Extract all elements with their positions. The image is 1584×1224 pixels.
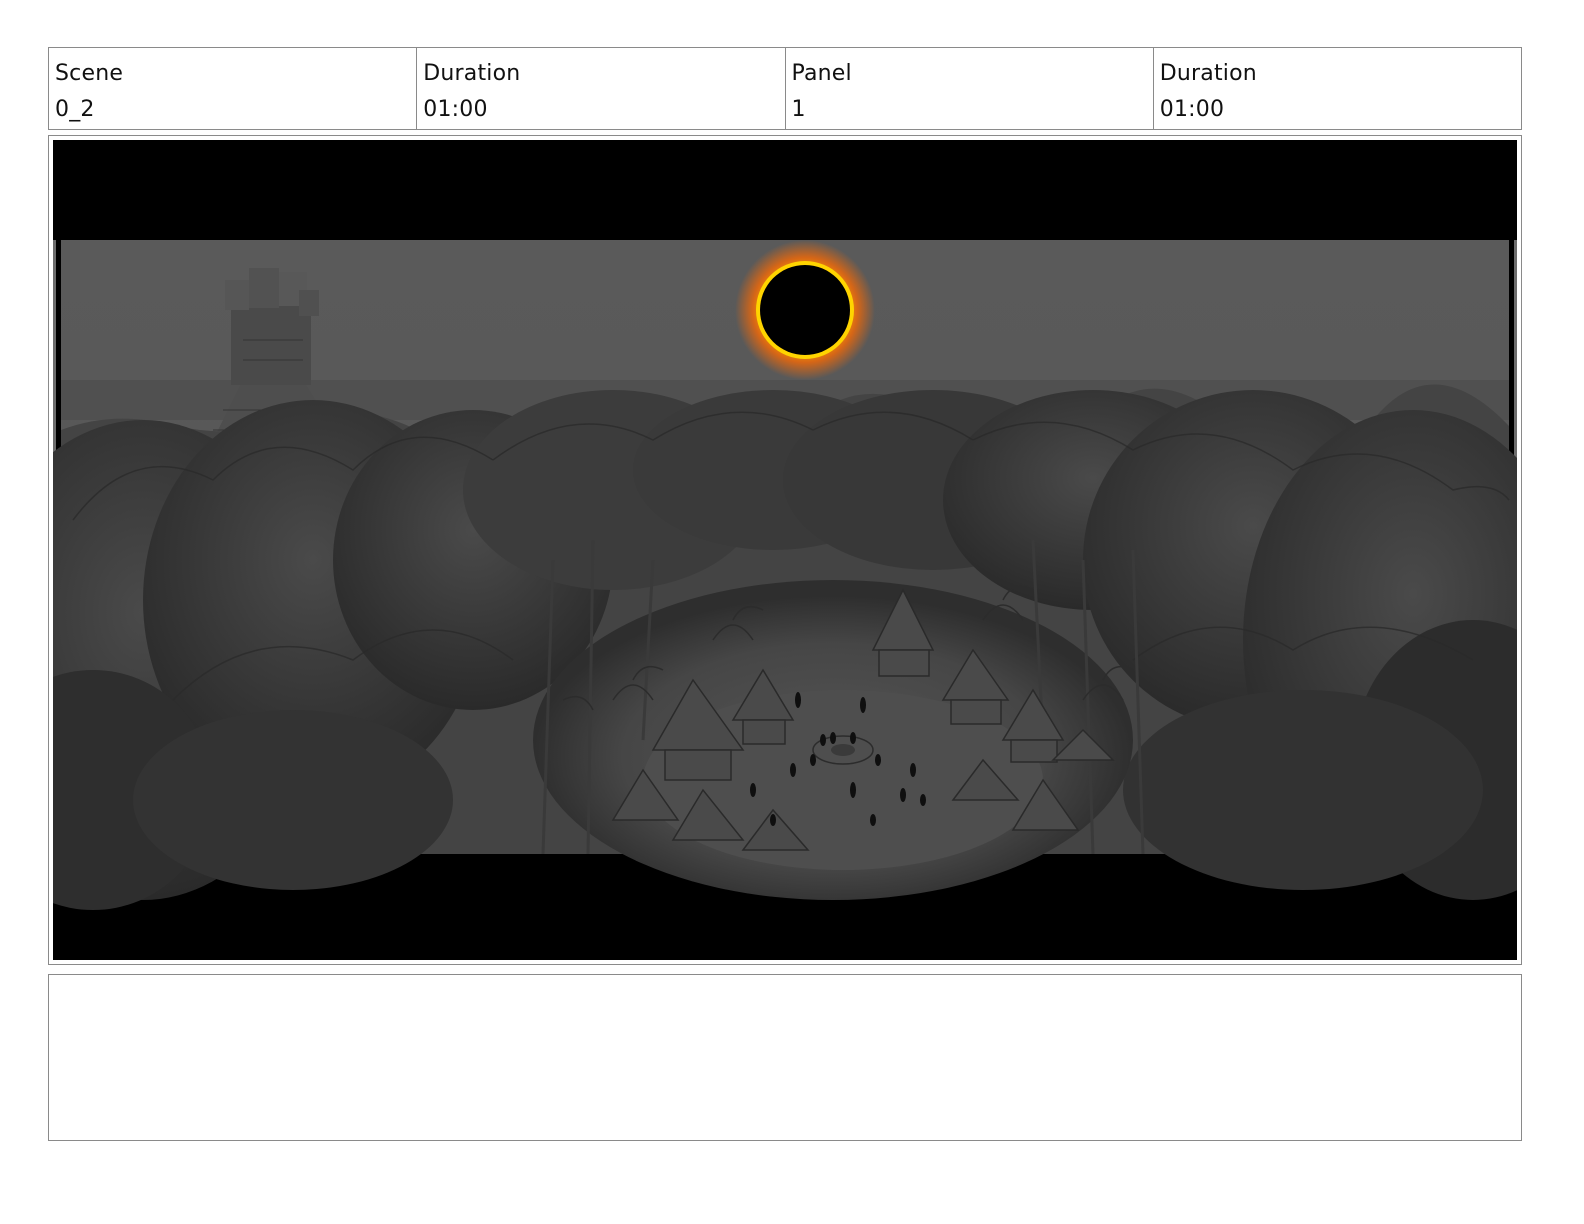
scene-label: Scene <box>55 61 124 86</box>
panel-image <box>53 140 1517 960</box>
panel-notes[interactable] <box>48 974 1522 1141</box>
eclipse <box>735 240 875 380</box>
panel-duration-label: Duration <box>1159 61 1257 86</box>
scene-cell: Scene 0_2 <box>49 48 418 129</box>
panel-value: 1 <box>791 97 806 122</box>
scene-duration-value: 01:00 <box>423 97 488 122</box>
storyboard-header: Scene 0_2 Duration 01:00 Panel 1 Duratio… <box>48 47 1522 130</box>
storyboard-panel-frame <box>48 135 1522 965</box>
panel-label: Panel <box>791 61 852 86</box>
panel-duration-cell: Duration 01:00 <box>1154 48 1521 129</box>
panel-duration-value: 01:00 <box>1159 97 1225 122</box>
panel-cell: Panel 1 <box>786 48 1154 129</box>
scene-duration-cell: Duration 01:00 <box>417 48 786 129</box>
letterbox-top <box>53 140 1517 240</box>
panel-drawing <box>53 140 1517 960</box>
scene-duration-label: Duration <box>423 61 521 86</box>
scene-value: 0_2 <box>55 97 95 122</box>
